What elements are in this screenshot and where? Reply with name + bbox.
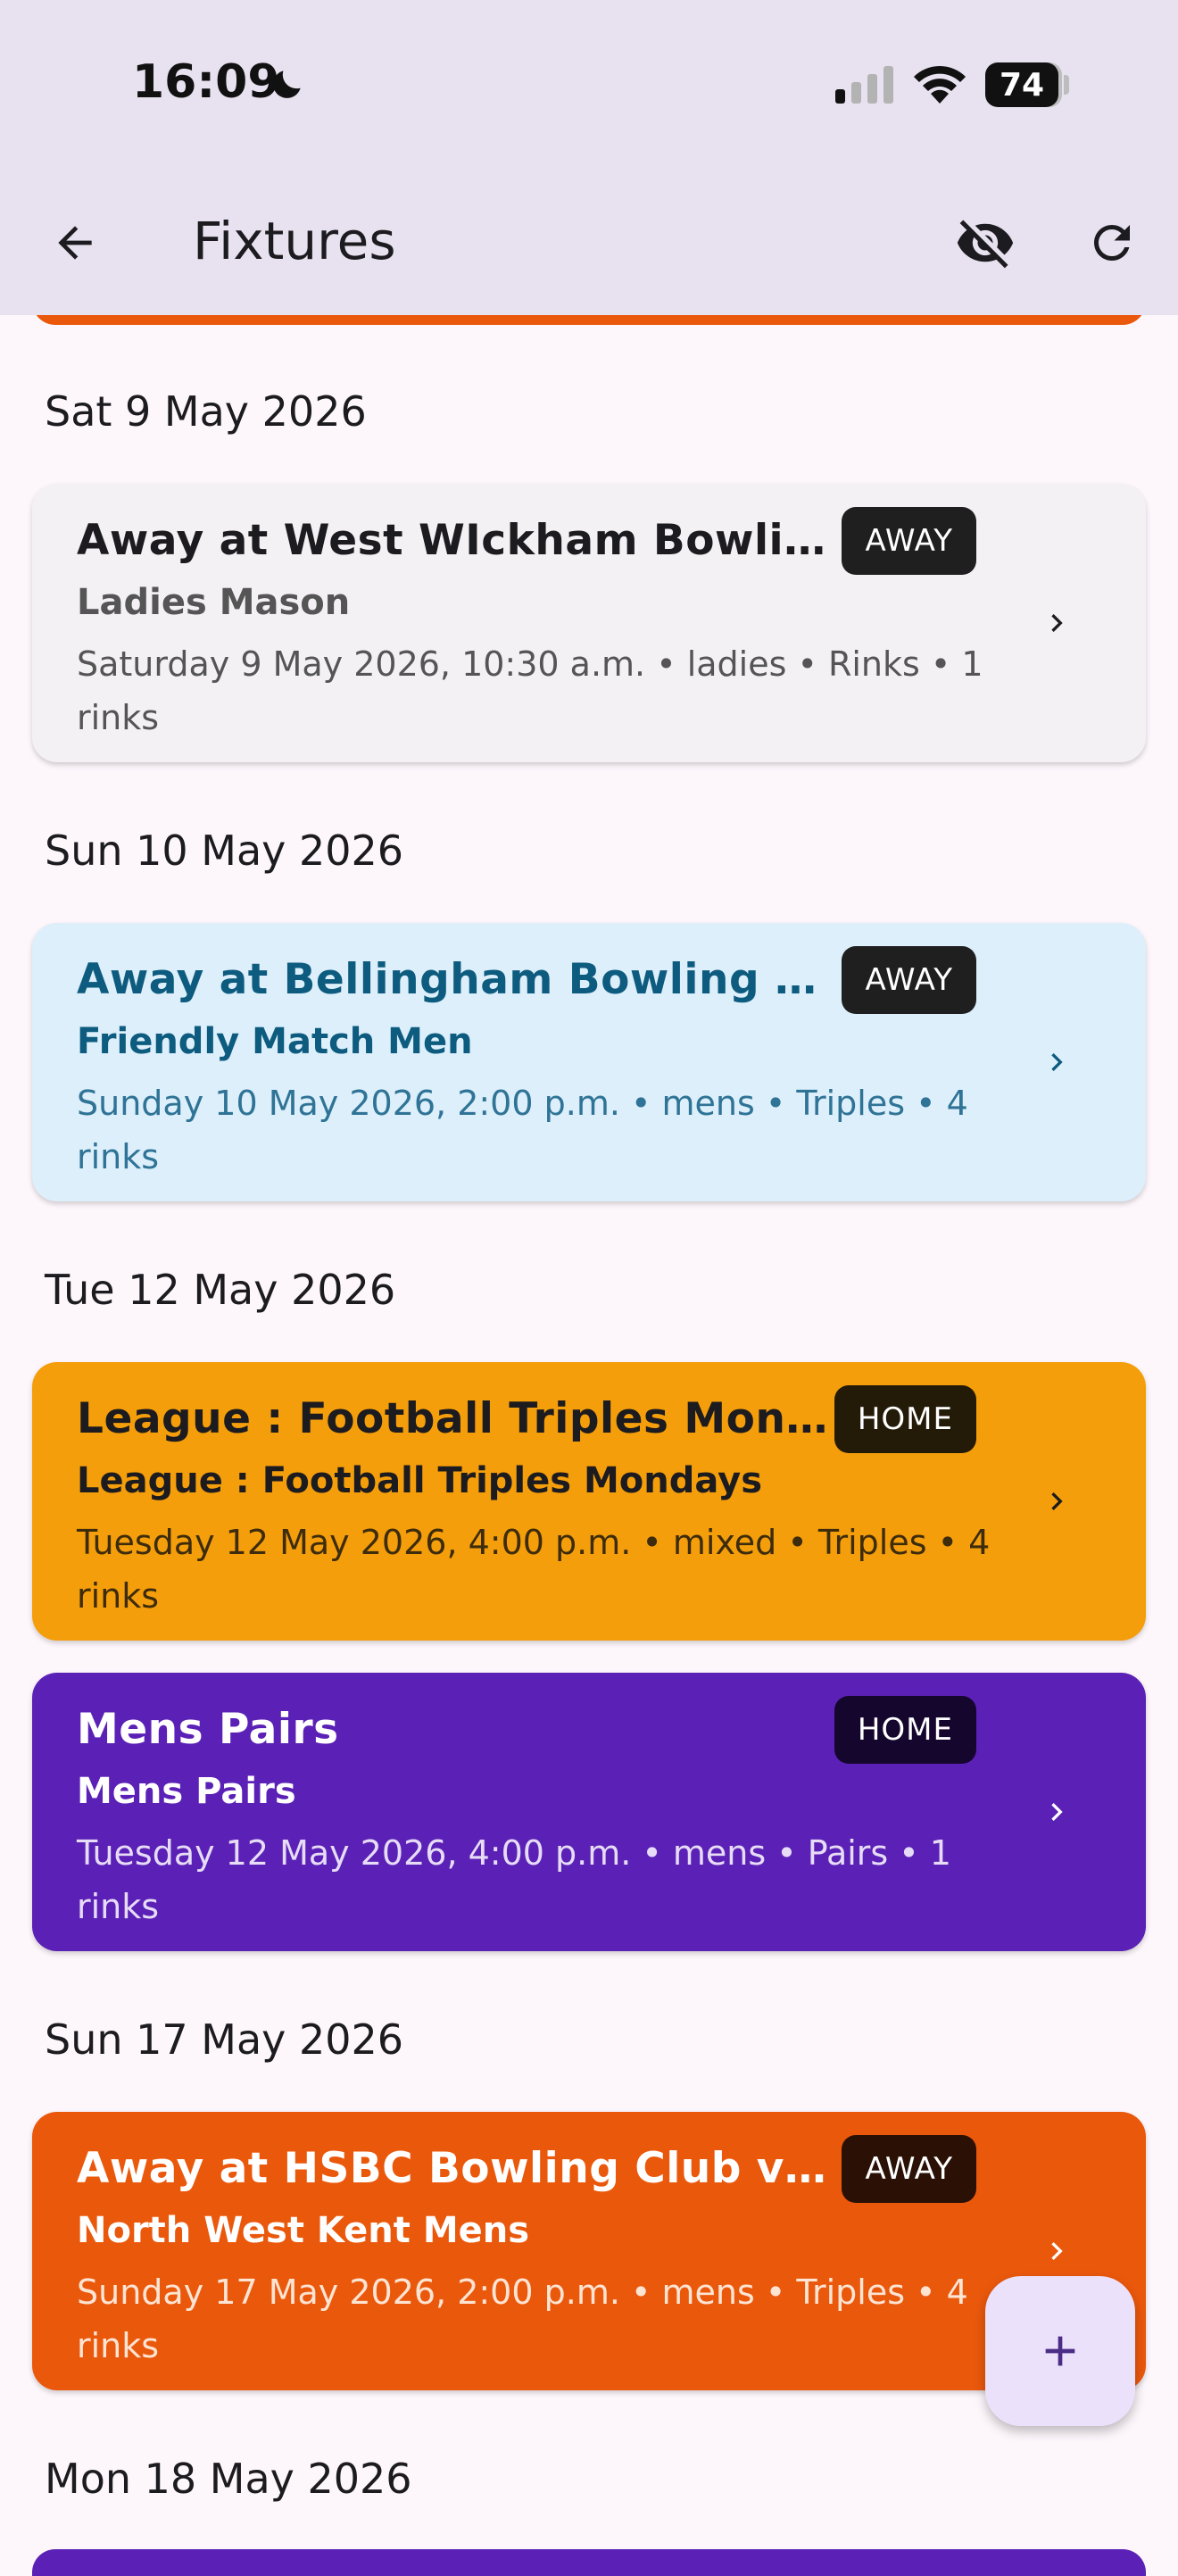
chevron-right-icon bbox=[1051, 614, 1063, 632]
fixture-subtitle: Friendly Match Men bbox=[77, 1021, 473, 1062]
back-button[interactable] bbox=[39, 207, 111, 278]
date-header: Sun 10 May 2026 bbox=[45, 827, 404, 875]
refresh-button[interactable] bbox=[1076, 207, 1148, 278]
date-header: Sun 17 May 2026 bbox=[45, 2015, 404, 2064]
next-fixture-card[interactable] bbox=[32, 2549, 1146, 2576]
add-fixture-button[interactable] bbox=[985, 2276, 1135, 2426]
fixture-card[interactable]: Away at HSBC Bowling Club v N… AWAY Nort… bbox=[32, 2112, 1146, 2390]
fixture-subtitle: League : Football Triples Mondays bbox=[77, 1460, 763, 1501]
fixture-title: Away at Bellingham Bowling Club bbox=[77, 955, 835, 1004]
plus-icon bbox=[1045, 2336, 1075, 2366]
battery-nub-icon bbox=[1064, 75, 1069, 95]
app-bar: 16:09 74 Fixtures bbox=[0, 0, 1178, 315]
page-title: Fixtures bbox=[193, 211, 396, 271]
chevron-right-icon bbox=[1051, 1492, 1063, 1510]
away-badge: AWAY bbox=[842, 507, 976, 575]
fixture-title: Away at HSBC Bowling Club v N… bbox=[77, 2144, 835, 2193]
chevron-right-icon bbox=[1051, 1803, 1063, 1821]
fixture-subtitle: Ladies Mason bbox=[77, 582, 351, 623]
fixture-card[interactable]: Away at Bellingham Bowling Club AWAY Fri… bbox=[32, 923, 1146, 1201]
moon-icon bbox=[273, 71, 301, 98]
toggle-visibility-button[interactable] bbox=[950, 207, 1021, 278]
date-header: Tue 12 May 2026 bbox=[45, 1266, 396, 1314]
refresh-icon bbox=[1094, 225, 1130, 261]
chevron-right-icon bbox=[1051, 1053, 1063, 1071]
fixture-subtitle: North West Kent Mens bbox=[77, 2210, 530, 2251]
fixture-details: Sunday 17 May 2026, 2:00 p.m. • mens • T… bbox=[77, 2273, 968, 2365]
fixture-details: Tuesday 12 May 2026, 4:00 p.m. • mens • … bbox=[77, 1833, 951, 1926]
date-header: Sat 9 May 2026 bbox=[45, 387, 367, 436]
wifi-icon bbox=[914, 65, 966, 104]
fixture-card[interactable]: Mens Pairs HOME Mens Pairs Tuesday 12 Ma… bbox=[32, 1673, 1146, 1951]
fixture-card[interactable]: Away at West WIckham Bowlin… AWAY Ladies… bbox=[32, 484, 1146, 762]
date-header: Mon 18 May 2026 bbox=[45, 2455, 412, 2503]
battery-icon: 74 bbox=[985, 62, 1058, 107]
fixture-subtitle: Mens Pairs bbox=[77, 1771, 296, 1812]
chevron-right-icon bbox=[1051, 2242, 1063, 2260]
home-badge: HOME bbox=[834, 1696, 976, 1764]
away-badge: AWAY bbox=[842, 946, 976, 1014]
fixture-title: Mens Pairs bbox=[77, 1705, 339, 1754]
arrow-left-icon bbox=[58, 226, 92, 260]
fixture-card[interactable]: League : Football Triples Mond… HOME Lea… bbox=[32, 1362, 1146, 1641]
fixture-title: League : Football Triples Mond… bbox=[77, 1394, 835, 1443]
fixture-details: Sunday 10 May 2026, 2:00 p.m. • mens • T… bbox=[77, 1084, 968, 1176]
fixture-details: Tuesday 12 May 2026, 4:00 p.m. • mixed •… bbox=[77, 1523, 991, 1616]
eye-off-icon bbox=[957, 220, 1014, 269]
fixture-title: Away at West WIckham Bowlin… bbox=[77, 516, 835, 565]
status-time: 16:09 bbox=[132, 55, 280, 109]
fixture-details: Saturday 9 May 2026, 10:30 a.m. • ladies… bbox=[77, 644, 983, 737]
home-badge: HOME bbox=[834, 1385, 976, 1453]
away-badge: AWAY bbox=[842, 2135, 976, 2203]
signal-icon bbox=[835, 66, 893, 104]
